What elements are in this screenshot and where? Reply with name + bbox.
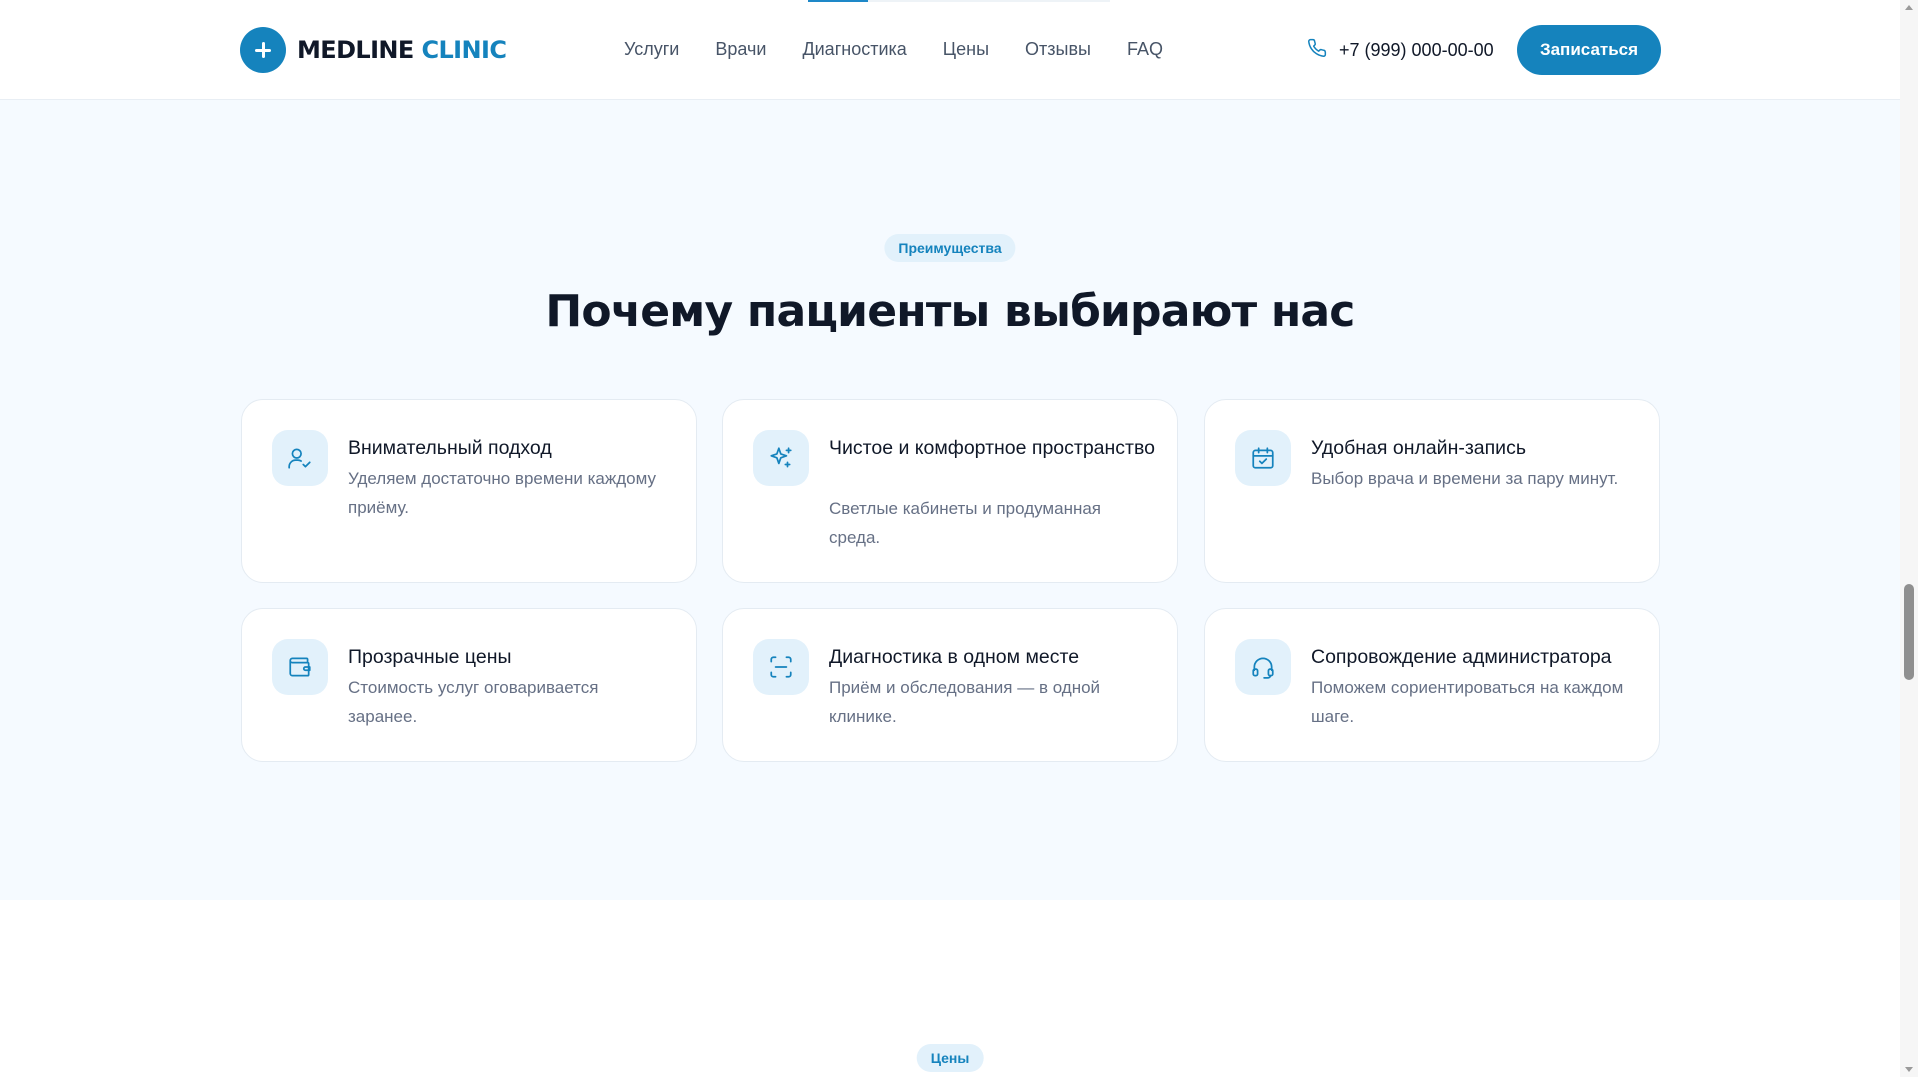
nav-link-reviews[interactable]: Отзывы — [1025, 39, 1091, 60]
section-badge: Цены — [916, 1044, 984, 1072]
feature-text: Поможем сориентироваться на каждом шаге. — [1311, 678, 1624, 726]
phone-number: +7 (999) 000-00-00 — [1339, 39, 1494, 60]
phone-icon — [1307, 38, 1327, 62]
headset-icon — [1235, 639, 1291, 695]
scrollbar-thumb[interactable] — [1904, 584, 1914, 680]
book-appointment-button[interactable]: Записаться — [1517, 25, 1661, 75]
wallet-icon — [272, 639, 328, 695]
logo-text: MEDLINE CLINIC — [297, 36, 507, 64]
page: MEDLINE CLINIC Услуги Врачи Диагностика … — [0, 0, 1918, 1077]
nav-link-doctors[interactable]: Врачи — [715, 39, 766, 60]
phone-link[interactable]: +7 (999) 000-00-00 — [1307, 38, 1494, 62]
page-scrollbar[interactable] — [1900, 0, 1918, 1077]
feature-title: Сопровождение администратора — [1311, 646, 1612, 668]
feature-title: Прозрачные цены — [348, 646, 512, 668]
main-nav: Услуги Врачи Диагностика Цены Отзывы FAQ — [624, 39, 1163, 60]
sparkles-icon — [753, 430, 809, 486]
scroll-up-arrow-icon[interactable] — [1905, 5, 1913, 10]
feature-title: Диагностика в одном месте — [829, 646, 1080, 668]
feature-card: Диагностика в одном месте Приём и обслед… — [722, 608, 1178, 762]
user-check-icon — [272, 430, 328, 486]
feature-text: Выбор врача и времени за пару минут. — [1311, 469, 1619, 488]
feature-card: Сопровождение администратора Поможем сор… — [1204, 608, 1660, 762]
advantages-section: Преимущества Почему пациенты выбирают на… — [0, 100, 1900, 900]
feature-card: Прозрачные цены Стоимость услуг оговарив… — [241, 608, 697, 762]
feature-text: Светлые кабинеты и продуманная среда. — [829, 499, 1102, 547]
feature-text: Уделяем достаточно времени каждому приём… — [348, 469, 657, 517]
feature-text: Стоимость услуг оговаривается заранее. — [348, 678, 599, 726]
feature-text: Приём и обследования — в одной клинике. — [829, 678, 1101, 726]
section-badge: Преимущества — [884, 234, 1016, 262]
feature-card: Чистое и комфортное пространство Светлые… — [722, 399, 1178, 583]
section-title: Почему пациенты выбирают нас — [545, 286, 1355, 337]
prices-section: Цены — [0, 900, 1900, 1077]
nav-link-services[interactable]: Услуги — [624, 39, 679, 60]
logo[interactable]: MEDLINE CLINIC — [240, 27, 507, 73]
feature-title: Удобная онлайн-запись — [1311, 437, 1526, 459]
nav-link-faq[interactable]: FAQ — [1127, 39, 1163, 60]
scroll-progress — [808, 0, 1110, 2]
nav-link-diagnostics[interactable]: Диагностика — [802, 39, 906, 60]
scroll-down-arrow-icon[interactable] — [1905, 1067, 1913, 1072]
plus-icon — [240, 27, 286, 73]
nav-link-prices[interactable]: Цены — [943, 39, 989, 60]
calendar-check-icon — [1235, 430, 1291, 486]
feature-card: Внимательный подход Уделяем достаточно в… — [241, 399, 697, 583]
feature-card: Удобная онлайн-запись Выбор врача и врем… — [1204, 399, 1660, 583]
site-header: MEDLINE CLINIC Услуги Врачи Диагностика … — [0, 0, 1900, 100]
feature-title: Внимательный подход — [348, 437, 552, 459]
scan-icon — [753, 639, 809, 695]
feature-title: Чистое и комфортное пространство — [829, 437, 1155, 459]
